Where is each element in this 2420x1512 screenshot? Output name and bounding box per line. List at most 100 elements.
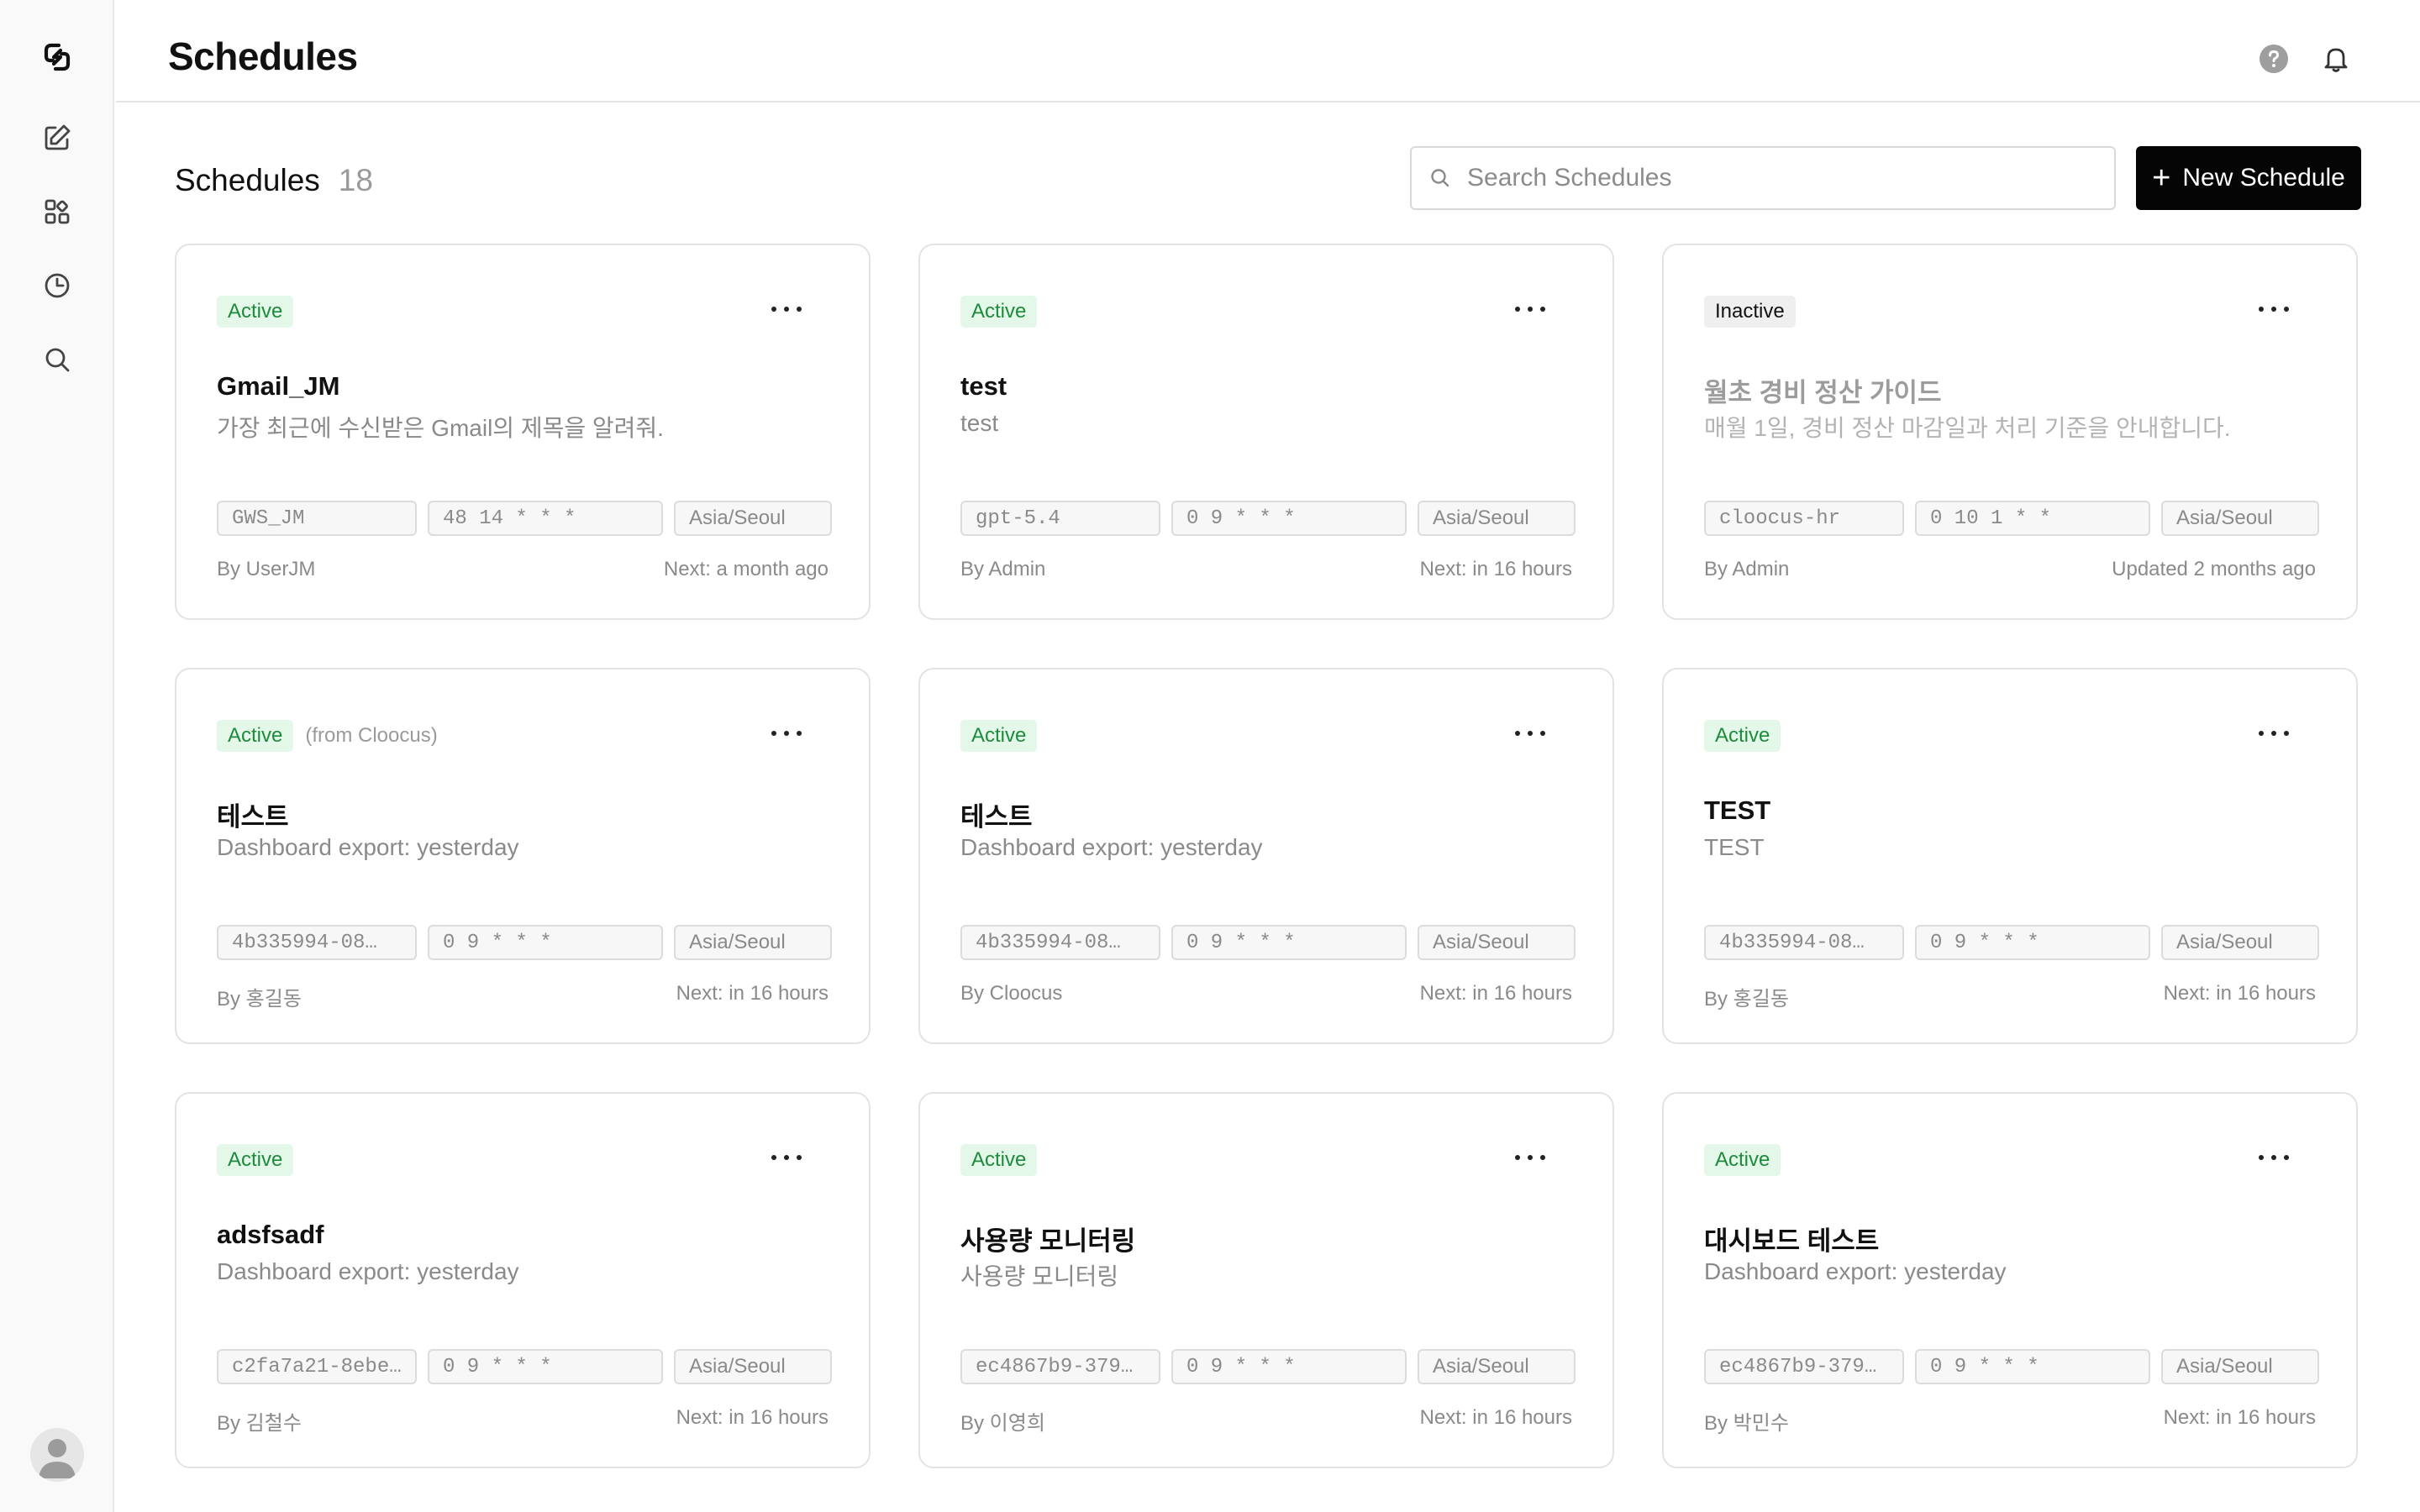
more-options-icon[interactable] (2259, 725, 2289, 742)
schedule-author: By 홍길동 (1704, 988, 1789, 1011)
schedule-author: By Admin (960, 558, 1046, 580)
more-options-icon[interactable] (1515, 1149, 1545, 1166)
cron-chip: 0 9 * * * (1171, 925, 1407, 960)
timezone-chip: Asia/Seoul (674, 1349, 832, 1384)
model-chip: cloocus-hr (1704, 501, 1904, 536)
schedule-description: Dashboard export: yesterday (960, 834, 1263, 860)
schedule-description: 사용량 모니터링 (960, 1263, 1119, 1289)
model-chip: gpt-5.4 (960, 501, 1160, 536)
cron-chip: 0 9 * * * (428, 925, 663, 960)
app-logo-icon[interactable] (37, 37, 77, 77)
schedule-next-run: Next: in 16 hours (2163, 982, 2316, 1005)
status-badge: Active (960, 720, 1038, 752)
main-content: Schedules 18 + New Schedule Active Gmail… (116, 104, 2420, 1512)
more-options-icon[interactable] (1515, 301, 1545, 318)
more-options-icon[interactable] (2259, 301, 2289, 318)
schedule-next-run: Next: in 16 hours (2163, 1406, 2316, 1429)
schedule-title: 테스트 (960, 802, 1033, 832)
cron-chip: 0 9 * * * (1915, 925, 2150, 960)
schedules-count: 18 (338, 163, 373, 197)
status-badge: Active (217, 296, 294, 328)
page-title: Schedules (168, 34, 358, 78)
more-options-icon[interactable] (771, 1149, 802, 1166)
timezone-chip: Asia/Seoul (1418, 501, 1576, 536)
status-badge: Active (960, 1144, 1038, 1176)
model-chip: 4b335994-08… (1704, 925, 1904, 960)
schedule-description: Dashboard export: yesterday (217, 834, 519, 860)
cron-chip: 0 9 * * * (1915, 1349, 2150, 1384)
schedule-next-run: Next: in 16 hours (1419, 558, 1572, 580)
model-chip: c2fa7a21-8ebe-… (217, 1349, 417, 1384)
schedule-title: TEST (1704, 795, 1771, 825)
schedule-card[interactable]: Active 테스트 Dashboard export: yesterday 4… (918, 668, 1614, 1044)
status-badge: Active (1704, 720, 1781, 752)
clock-icon[interactable] (37, 265, 77, 306)
cron-chip: 0 10 1 * * (1915, 501, 2150, 536)
search-icon (1431, 169, 1449, 187)
status-badge: Active (217, 720, 294, 752)
apps-icon[interactable] (37, 192, 77, 232)
model-chip: GWS_JM (217, 501, 417, 536)
plus-icon: + (2152, 160, 2171, 196)
schedule-description: Dashboard export: yesterday (1704, 1258, 2007, 1284)
timezone-chip: Asia/Seoul (1418, 925, 1576, 960)
schedules-title: Schedules (175, 163, 320, 197)
schedule-description: test (960, 410, 999, 436)
search-input[interactable] (1467, 164, 2106, 192)
edit-icon[interactable] (37, 118, 77, 158)
schedule-title: test (960, 371, 1007, 401)
schedule-updated: Updated 2 months ago (2112, 558, 2316, 580)
schedule-author: By 홍길동 (217, 988, 302, 1011)
schedule-card[interactable]: Active TEST TEST 4b335994-08… 0 9 * * * … (1662, 668, 2358, 1044)
timezone-chip: Asia/Seoul (2161, 925, 2319, 960)
model-chip: ec4867b9-379… (960, 1349, 1160, 1384)
cron-chip: 0 9 * * * (428, 1349, 663, 1384)
schedule-title: adsfsadf (217, 1220, 324, 1249)
schedule-author: By 김철수 (217, 1412, 302, 1435)
bell-icon[interactable] (2321, 44, 2351, 74)
schedule-author: By 이영희 (960, 1412, 1045, 1435)
status-badge: Active (1704, 1144, 1781, 1176)
schedule-card[interactable]: Active Gmail_JM 가장 최근에 수신받은 Gmail의 제목을 알… (175, 244, 871, 620)
search-box[interactable] (1410, 146, 2116, 210)
schedule-description: Dashboard export: yesterday (217, 1258, 519, 1284)
source-note: (from Cloocus) (305, 724, 438, 747)
schedule-title: 대시보드 테스트 (1704, 1226, 1880, 1256)
more-options-icon[interactable] (771, 301, 802, 318)
schedule-card[interactable]: Active 대시보드 테스트 Dashboard export: yester… (1662, 1092, 2358, 1468)
schedule-author: By Cloocus (960, 982, 1063, 1005)
schedules-heading: Schedules 18 (175, 163, 373, 198)
more-options-icon[interactable] (771, 725, 802, 742)
new-schedule-label: New Schedule (2182, 164, 2345, 192)
timezone-chip: Asia/Seoul (2161, 501, 2319, 536)
schedule-card[interactable]: Active (from Cloocus) 테스트 Dashboard expo… (175, 668, 871, 1044)
schedule-title: 월초 경비 정산 가이드 (1704, 378, 1942, 407)
user-avatar-icon[interactable] (30, 1428, 84, 1482)
status-badge: Inactive (1704, 296, 1796, 328)
schedule-card[interactable]: Active test test gpt-5.4 0 9 * * * Asia/… (918, 244, 1614, 620)
schedule-card[interactable]: Active 사용량 모니터링 사용량 모니터링 ec4867b9-379… 0… (918, 1092, 1614, 1468)
schedule-card[interactable]: Inactive 월초 경비 정산 가이드 매월 1일, 경비 정산 마감일과 … (1662, 244, 2358, 620)
help-circle-icon[interactable] (2259, 44, 2289, 74)
schedule-description: 매월 1일, 경비 정산 마감일과 처리 기준을 안내합니다. (1704, 415, 2231, 441)
cron-chip: 48 14 * * * (428, 501, 663, 536)
status-badge: Active (960, 296, 1038, 328)
search-icon[interactable] (37, 339, 77, 380)
new-schedule-button[interactable]: + New Schedule (2136, 146, 2361, 210)
more-options-icon[interactable] (2259, 1149, 2289, 1166)
schedule-grid: Active Gmail_JM 가장 최근에 수신받은 Gmail의 제목을 알… (175, 244, 2360, 1468)
schedule-card[interactable]: Active adsfsadf Dashboard export: yester… (175, 1092, 871, 1468)
schedule-author: By 박민수 (1704, 1412, 1789, 1435)
more-options-icon[interactable] (1515, 725, 1545, 742)
model-chip: 4b335994-08… (217, 925, 417, 960)
timezone-chip: Asia/Seoul (2161, 1349, 2319, 1384)
schedule-next-run: Next: a month ago (663, 558, 829, 580)
status-badge: Active (217, 1144, 294, 1176)
schedule-next-run: Next: in 16 hours (1419, 1406, 1572, 1429)
cron-chip: 0 9 * * * (1171, 501, 1407, 536)
timezone-chip: Asia/Seoul (674, 501, 832, 536)
schedule-title: 테스트 (217, 802, 289, 832)
cron-chip: 0 9 * * * (1171, 1349, 1407, 1384)
schedule-next-run: Next: in 16 hours (676, 982, 829, 1005)
schedule-title: Gmail_JM (217, 371, 340, 401)
